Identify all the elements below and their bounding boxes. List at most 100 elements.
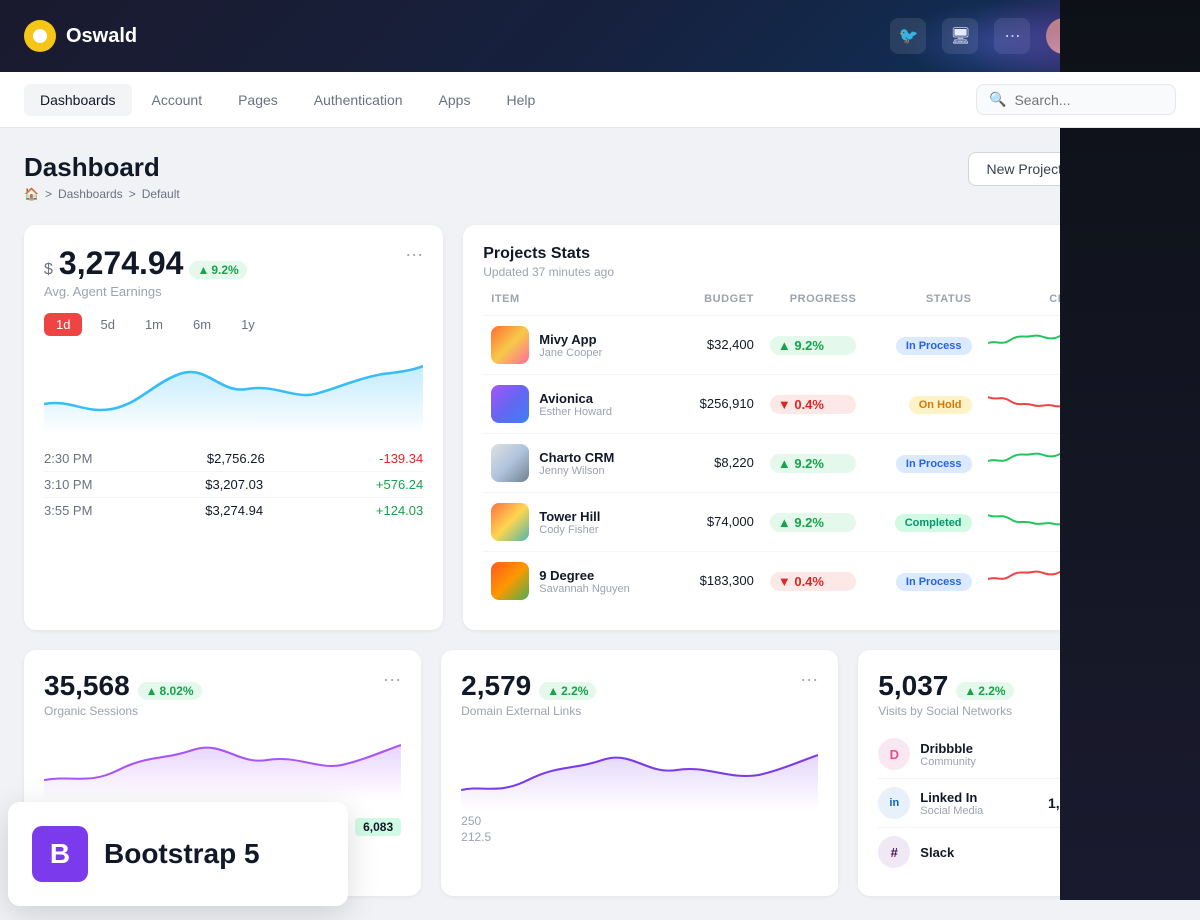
- earnings-label: Avg. Agent Earnings: [44, 284, 247, 299]
- organic-card: 35,568 ▲ 8.02% Organic Sessions ···: [24, 650, 421, 896]
- nav-item-authentication[interactable]: Authentication: [298, 84, 419, 116]
- search-input[interactable]: [1014, 92, 1163, 108]
- domain-card-menu[interactable]: ···: [800, 670, 818, 718]
- time-tab-1y[interactable]: 1y: [229, 313, 267, 336]
- col-item: ITEM: [483, 293, 675, 316]
- nav-item-account[interactable]: Account: [136, 84, 219, 116]
- view-btn-2[interactable]: →: [1107, 449, 1135, 477]
- time-tab-1d[interactable]: 1d: [44, 313, 82, 336]
- social-card: 5,037 ▲ 2.2% Visits by Social Networks ·…: [858, 650, 1176, 896]
- earnings-time-1: 2:30 PM: [44, 451, 92, 466]
- table-row: Charto CRM Jenny Wilson $8,220 ▲ 9.2% In…: [483, 434, 1156, 493]
- organic-amount: 35,568: [44, 670, 130, 702]
- status-badge-3: Completed: [895, 514, 972, 532]
- project-chart-3: [980, 493, 1099, 552]
- project-thumb-4: [491, 562, 529, 600]
- breadcrumb-dashboards: Dashboards: [58, 187, 123, 201]
- domain-change: ▲ 2.2%: [539, 682, 596, 700]
- project-progress-1: ▼ 0.4%: [762, 375, 865, 434]
- slack-count: 794: [1060, 844, 1083, 860]
- invite-button[interactable]: + Invite: [1098, 20, 1176, 52]
- projects-subtitle: Updated 37 minutes ago: [483, 265, 614, 279]
- project-thumb-0: [491, 326, 529, 364]
- earnings-change-badge: ▲ 9.2%: [189, 261, 246, 279]
- social-card-menu[interactable]: ···: [1138, 670, 1156, 688]
- status-badge-0: In Process: [896, 337, 972, 355]
- page-title: Dashboard: [24, 152, 180, 183]
- topbar: Oswald 🐦 🖥 ⋯ + Invite: [0, 0, 1200, 72]
- slack-info: Slack: [920, 845, 954, 860]
- view-btn-1[interactable]: →: [1107, 390, 1135, 418]
- earnings-header: $ 3,274.94 ▲ 9.2% Avg. Agent Earnings: [44, 245, 247, 299]
- col-view: VIEW: [1099, 293, 1156, 316]
- projects-table: ITEM BUDGET PROGRESS STATUS CHART VIEW M…: [483, 293, 1156, 610]
- status-badge-2: In Process: [896, 455, 972, 473]
- monitor-icon-btn[interactable]: 🖥: [942, 18, 978, 54]
- bootstrap-banner: B Bootstrap 5: [8, 802, 348, 906]
- domain-card: 2,579 ▲ 2.2% Domain External Links ···: [441, 650, 838, 896]
- nav-item-apps[interactable]: Apps: [423, 84, 487, 116]
- history-button[interactable]: History: [1090, 245, 1156, 270]
- nav-item-dashboards[interactable]: Dashboards: [24, 84, 132, 116]
- col-budget: BUDGET: [675, 293, 762, 316]
- table-row: Avionica Esther Howard $256,910 ▼ 0.4% O…: [483, 375, 1156, 434]
- breadcrumb-default: Default: [142, 187, 180, 201]
- time-tab-1m[interactable]: 1m: [133, 313, 175, 336]
- linkedin-change: ▼ 0.4%: [1101, 795, 1156, 811]
- app-name: Oswald: [66, 25, 137, 48]
- view-btn-3[interactable]: →: [1107, 508, 1135, 536]
- status-badge-4: In Process: [896, 573, 972, 591]
- slack-icon: #: [878, 836, 910, 868]
- new-project-button[interactable]: New Project: [968, 152, 1081, 186]
- projects-card: Projects Stats Updated 37 minutes ago Hi…: [463, 225, 1176, 630]
- view-btn-4[interactable]: →: [1107, 567, 1135, 595]
- logo-icon: [24, 20, 56, 52]
- project-owner-2: Jenny Wilson: [539, 465, 614, 477]
- project-owner-4: Savannah Nguyen: [539, 583, 630, 595]
- view-btn-0[interactable]: →: [1107, 331, 1135, 359]
- bottom-cards-row: 35,568 ▲ 8.02% Organic Sessions ···: [24, 650, 1176, 896]
- page-title-area: Dashboard 🏠 > Dashboards > Default: [24, 152, 180, 201]
- earnings-card: $ 3,274.94 ▲ 9.2% Avg. Agent Earnings ··…: [24, 225, 443, 630]
- avatar[interactable]: [1046, 18, 1082, 54]
- nav-item-help[interactable]: Help: [490, 84, 551, 116]
- table-row: Mivy App Jane Cooper $32,400 ▲ 9.2% In P…: [483, 316, 1156, 375]
- project-view-3[interactable]: →: [1099, 493, 1156, 552]
- time-tab-5d[interactable]: 5d: [88, 313, 126, 336]
- domain-label: Domain External Links: [461, 704, 596, 718]
- share-icon-btn[interactable]: ⋯: [994, 18, 1030, 54]
- project-chart-0: [980, 316, 1099, 375]
- col-progress: PROGRESS: [762, 293, 865, 316]
- project-name-2: Charto CRM: [539, 450, 614, 465]
- project-thumb-3: [491, 503, 529, 541]
- time-tab-6m[interactable]: 6m: [181, 313, 223, 336]
- page-header-actions: New Project Reports: [968, 152, 1177, 186]
- bird-icon-btn[interactable]: 🐦: [890, 18, 926, 54]
- domain-header: 2,579 ▲ 2.2% Domain External Links: [461, 670, 596, 718]
- search-bar[interactable]: 🔍: [976, 84, 1176, 115]
- dribbble-count: 579: [1060, 746, 1083, 762]
- earnings-card-menu[interactable]: ···: [405, 245, 423, 263]
- project-view-1[interactable]: →: [1099, 375, 1156, 434]
- projects-title: Projects Stats: [483, 245, 614, 263]
- project-status-3: Completed: [864, 493, 979, 552]
- dribbble-change: ▲ 2.6%: [1101, 746, 1156, 762]
- organic-card-menu[interactable]: ···: [383, 670, 401, 718]
- breadcrumb: 🏠 > Dashboards > Default: [24, 187, 180, 201]
- earnings-time-3: 3:55 PM: [44, 503, 92, 518]
- project-view-2[interactable]: →: [1099, 434, 1156, 493]
- nav-item-pages[interactable]: Pages: [222, 84, 294, 116]
- earnings-val-2: $3,207.03: [205, 477, 263, 492]
- breadcrumb-home-icon: 🏠: [24, 187, 39, 201]
- project-progress-4: ▼ 0.4%: [762, 552, 865, 611]
- reports-button[interactable]: Reports: [1091, 152, 1176, 186]
- project-view-0[interactable]: →: [1099, 316, 1156, 375]
- project-item-cell-2: Charto CRM Jenny Wilson: [483, 434, 675, 493]
- project-item-cell-3: Tower Hill Cody Fisher: [483, 493, 675, 552]
- social-label: Visits by Social Networks: [878, 704, 1013, 718]
- project-name-1: Avionica: [539, 391, 612, 406]
- social-row-linkedin: in Linked In Social Media 1,088 ▼ 0.4%: [878, 779, 1156, 828]
- earnings-change-1: -139.34: [379, 451, 423, 466]
- project-view-4[interactable]: →: [1099, 552, 1156, 611]
- col-chart: CHART: [980, 293, 1099, 316]
